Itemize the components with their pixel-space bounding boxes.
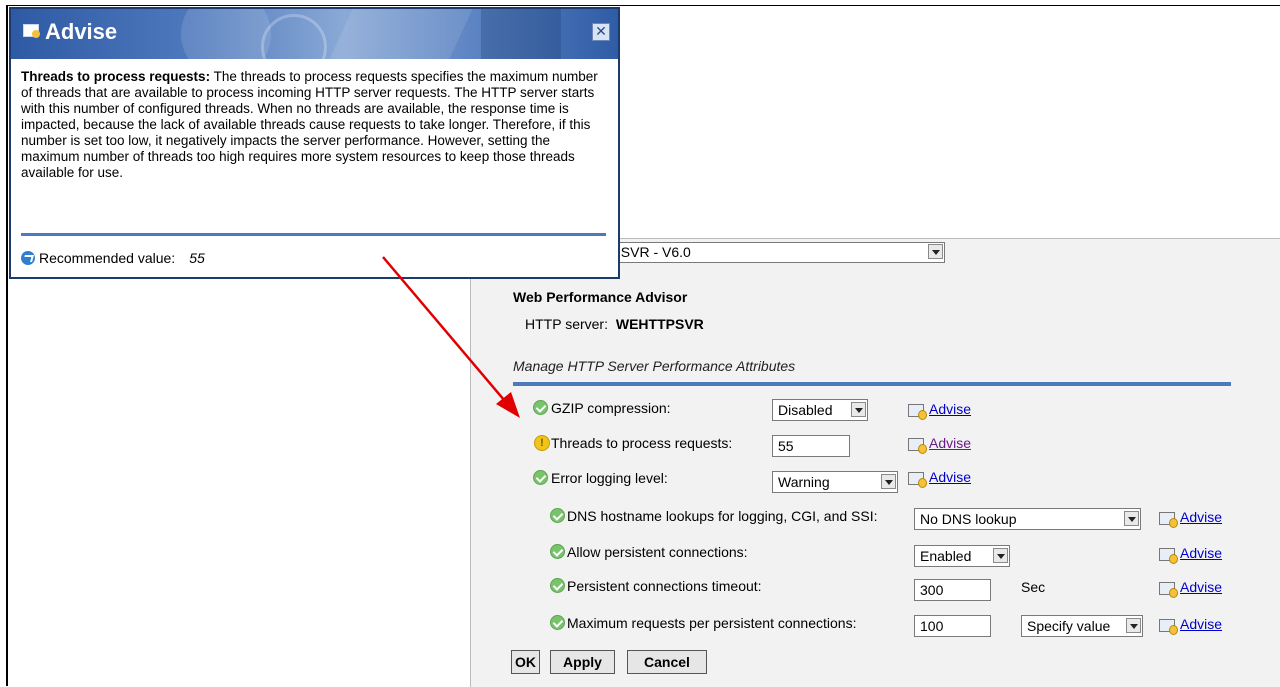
advise-link-max-requests[interactable]: Advise: [1159, 616, 1222, 635]
advise-icon: [908, 438, 927, 454]
panel-title: Web Performance Advisor: [513, 289, 688, 305]
advise-link[interactable]: Advise: [929, 469, 971, 485]
advise-link-dns[interactable]: Advise: [1159, 509, 1222, 528]
web-performance-advisor-panel: : WEAPPSVR/WEAPPSVR - V6.0 Web Performan…: [470, 238, 1280, 687]
http-server-value: WEHTTPSVR: [615, 316, 704, 332]
advise-heading: Threads to process requests:: [21, 69, 211, 84]
gzip-select[interactable]: Disabled: [772, 399, 868, 421]
setting-label: Allow persistent connections:: [567, 544, 748, 560]
title-decoration: [324, 9, 478, 59]
max-requests-input[interactable]: 100: [914, 615, 991, 637]
ok-status-icon: [550, 615, 565, 630]
outer-frame-top: [6, 5, 1280, 6]
setting-label: GZIP compression:: [551, 400, 671, 416]
section-divider: [513, 382, 1231, 386]
advise-link[interactable]: Advise: [1180, 545, 1222, 561]
setting-label: Threads to process requests:: [551, 435, 733, 451]
chevron-down-icon[interactable]: [993, 548, 1008, 563]
section-heading: Manage HTTP Server Performance Attribute…: [513, 358, 796, 374]
advise-icon: [1159, 548, 1178, 564]
advise-divider: [21, 233, 606, 236]
close-icon[interactable]: ✕: [592, 23, 610, 41]
recommended-number: 55: [189, 250, 205, 266]
chevron-down-icon[interactable]: [1126, 618, 1141, 633]
advise-title: Advise: [45, 19, 118, 44]
timeout-unit: Sec: [1021, 579, 1046, 595]
advise-body-text: The threads to process requests specifie…: [21, 69, 598, 180]
advise-popup: Advise ✕ Threads to process requests: Th…: [9, 7, 620, 279]
advise-link-error-logging[interactable]: Advise: [908, 469, 971, 488]
max-requests-mode-select[interactable]: Specify value: [1021, 615, 1143, 637]
setting-row-threads: ! Threads to process requests: 55 Advise: [471, 432, 1280, 458]
ok-button[interactable]: OK: [511, 650, 540, 674]
chevron-down-icon[interactable]: [851, 402, 866, 417]
ok-status-icon: [550, 544, 565, 559]
setting-row-max-requests: Maximum requests per persistent connecti…: [471, 612, 1280, 638]
recommended-value: Recommended value: 55: [21, 250, 205, 266]
setting-row-error-logging: Error logging level: Warning Advise: [471, 467, 1280, 493]
cancel-button[interactable]: Cancel: [627, 650, 707, 674]
advise-link[interactable]: Advise: [1180, 616, 1222, 632]
advise-link[interactable]: Advise: [929, 401, 971, 417]
outer-frame-left: [6, 5, 8, 686]
error-logging-select-value: Warning: [778, 474, 830, 490]
advise-link-timeout[interactable]: Advise: [1159, 579, 1222, 598]
persistent-select[interactable]: Enabled: [914, 545, 1010, 567]
advise-icon: [908, 472, 927, 488]
timeout-input[interactable]: 300: [914, 579, 991, 601]
ok-status-icon: [550, 508, 565, 523]
ok-status-icon: [550, 578, 565, 593]
setting-row-persistent: Allow persistent connections: Enabled Ad…: [471, 541, 1280, 567]
advise-icon: [1159, 619, 1178, 635]
warning-icon: !: [534, 435, 550, 451]
setting-label: Persistent connections timeout:: [567, 578, 762, 594]
advise-link-gzip[interactable]: Advise: [908, 401, 971, 420]
setting-row-timeout: Persistent connections timeout: 300 Sec …: [471, 575, 1280, 601]
ok-status-icon: [533, 470, 548, 485]
advise-link-threads[interactable]: Advise: [908, 435, 971, 454]
recommended-label: Recommended value:: [39, 250, 176, 266]
advise-icon: [908, 404, 927, 420]
dns-lookup-select-value: No DNS lookup: [920, 511, 1017, 527]
http-server-label: HTTP server:: [525, 316, 608, 332]
dns-lookup-select[interactable]: No DNS lookup: [914, 508, 1141, 530]
advise-link[interactable]: Advise: [929, 435, 971, 451]
setting-row-gzip: GZIP compression: Disabled Advise: [471, 397, 1280, 423]
setting-label: Maximum requests per persistent connecti…: [567, 615, 857, 631]
max-requests-mode-value: Specify value: [1027, 618, 1111, 634]
advise-description: Threads to process requests: The threads…: [11, 59, 618, 181]
recommend-arrow-icon: [21, 251, 35, 265]
advise-title-bar[interactable]: Advise ✕: [11, 9, 618, 59]
http-server-info: HTTP server: WEHTTPSVR: [525, 316, 704, 332]
title-decoration: [261, 14, 327, 59]
threads-input[interactable]: 55: [772, 435, 850, 457]
setting-label: Error logging level:: [551, 470, 668, 486]
ok-status-icon: [533, 400, 548, 415]
title-decoration: [481, 9, 561, 59]
setting-row-dns: DNS hostname lookups for logging, CGI, a…: [471, 505, 1280, 531]
persistent-select-value: Enabled: [920, 548, 972, 564]
setting-label: DNS hostname lookups for logging, CGI, a…: [567, 508, 878, 524]
gzip-select-value: Disabled: [778, 402, 833, 418]
advise-icon: [1159, 582, 1178, 598]
advise-link[interactable]: Advise: [1180, 509, 1222, 525]
advise-icon: [23, 24, 40, 38]
advise-icon: [1159, 512, 1178, 528]
advise-link[interactable]: Advise: [1180, 579, 1222, 595]
chevron-down-icon[interactable]: [1124, 511, 1139, 526]
chevron-down-icon[interactable]: [928, 244, 943, 259]
advise-link-persistent[interactable]: Advise: [1159, 545, 1222, 564]
title-decoration: [181, 9, 271, 59]
apply-button[interactable]: Apply: [550, 650, 615, 674]
chevron-down-icon[interactable]: [881, 474, 896, 489]
error-logging-select[interactable]: Warning: [772, 471, 898, 493]
